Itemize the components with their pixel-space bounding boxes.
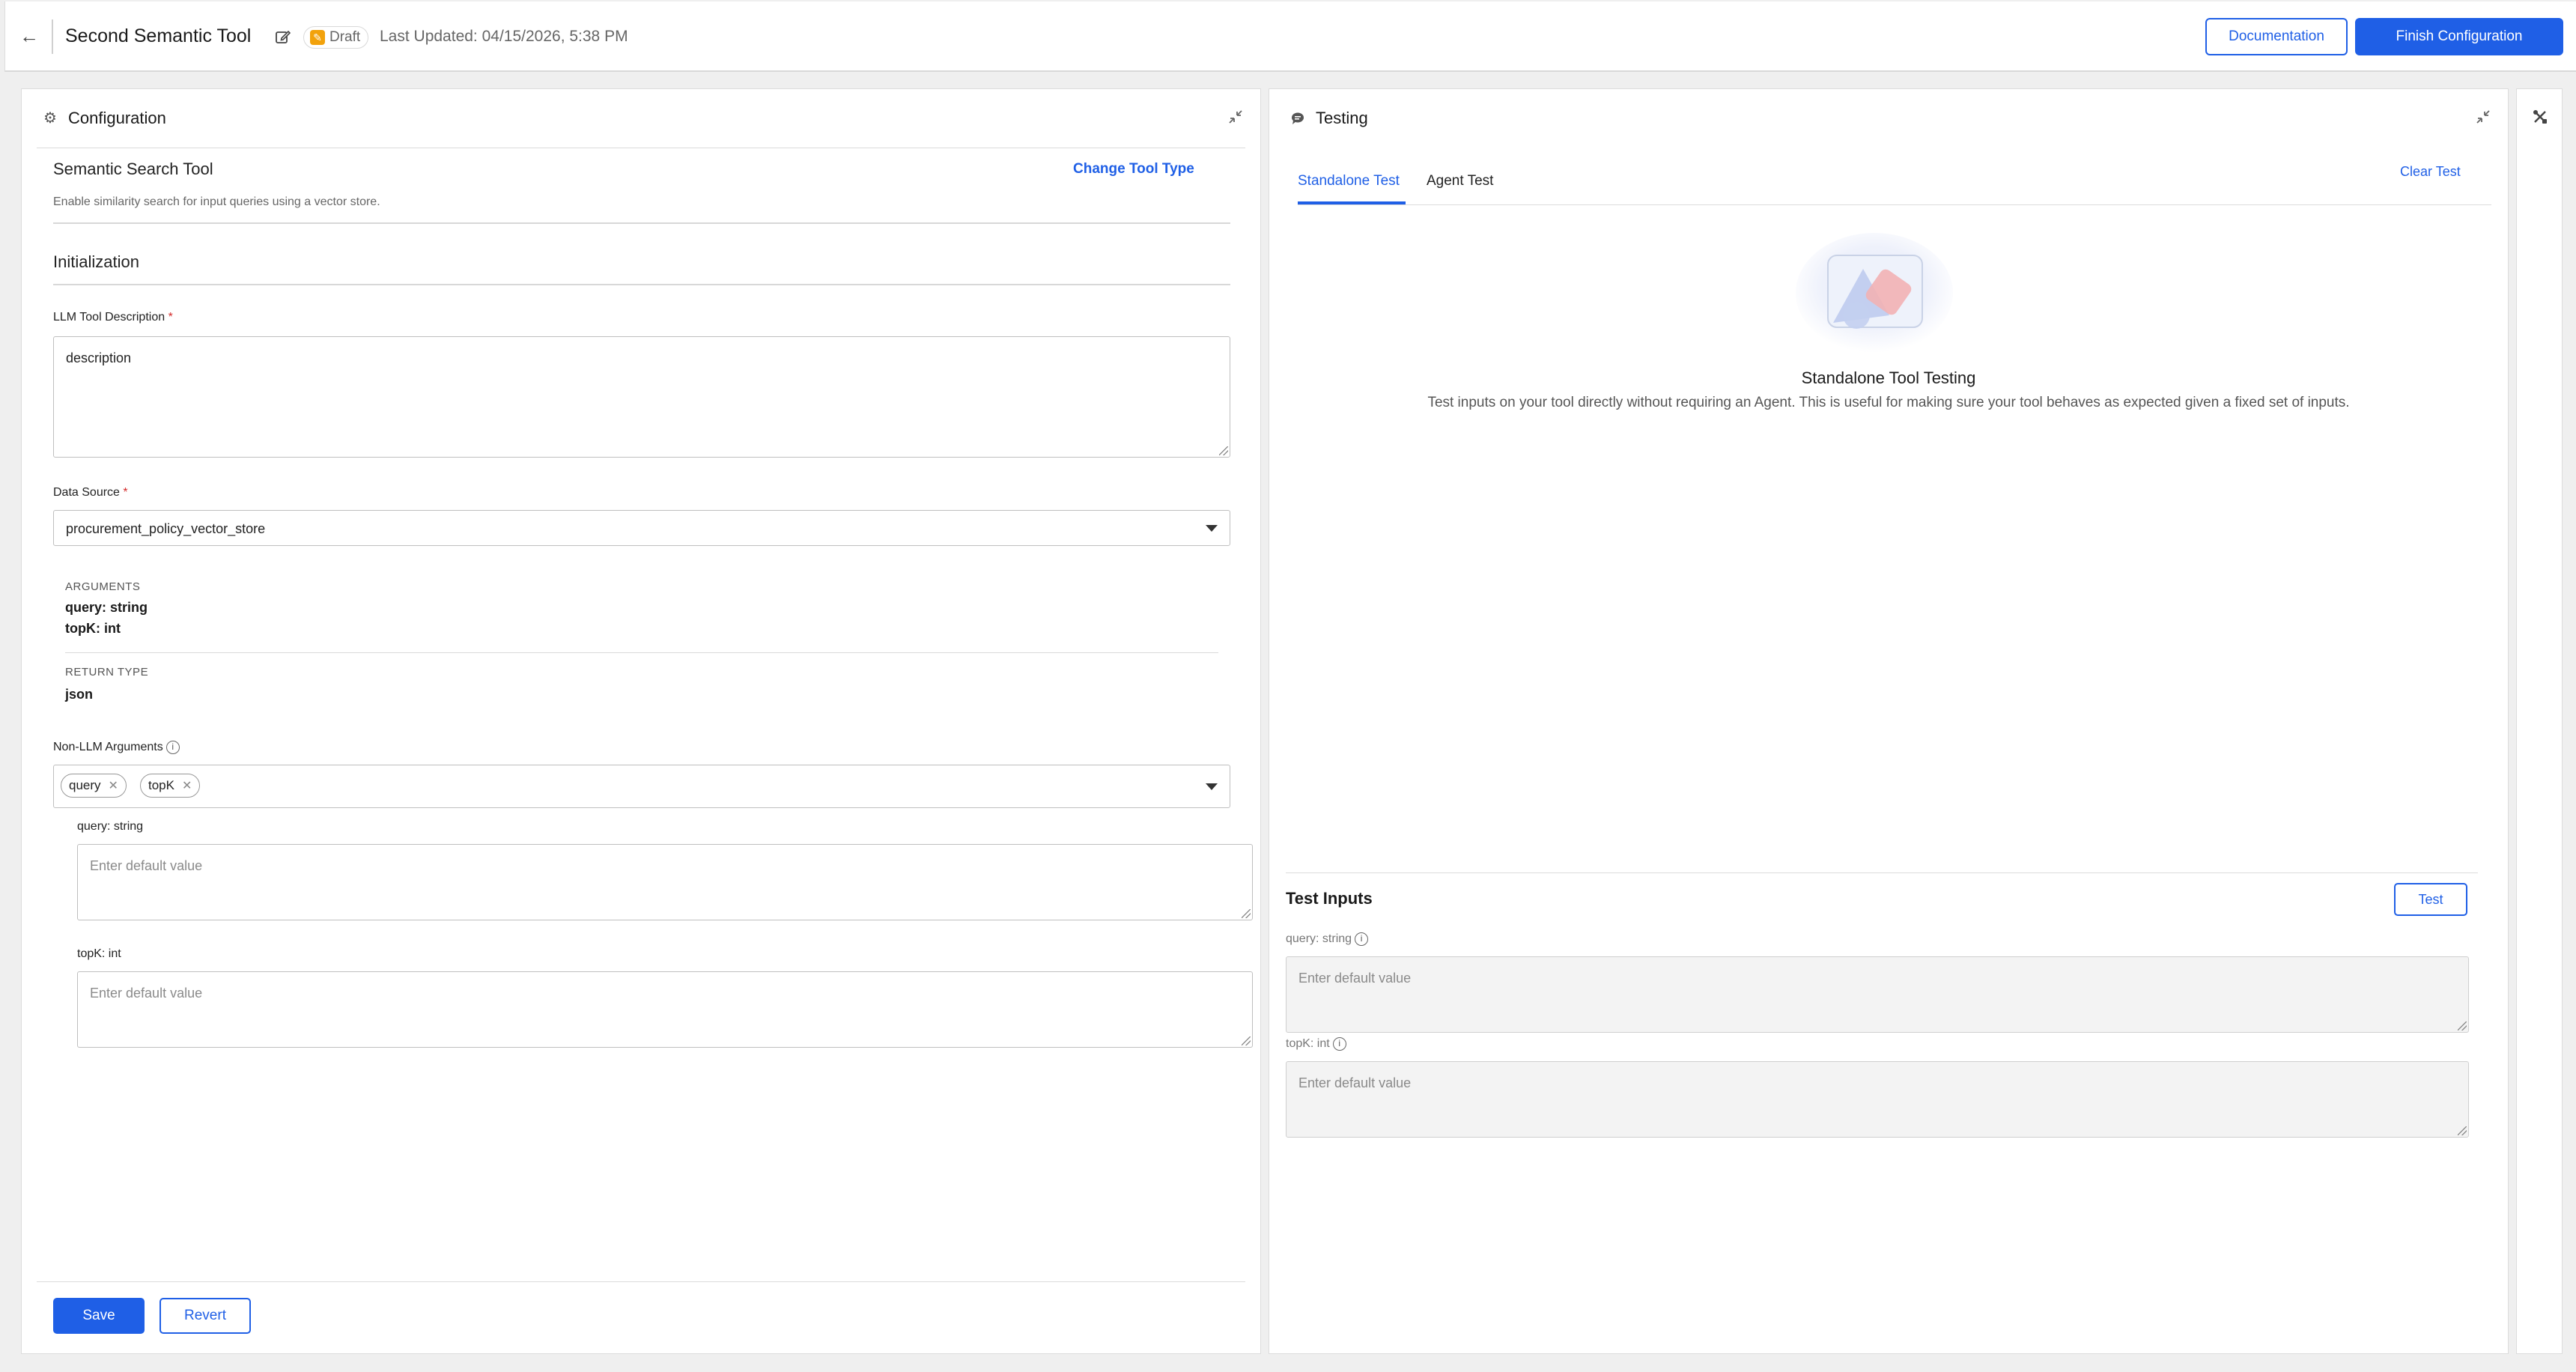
empty-state-title: Standalone Tool Testing <box>1801 368 1976 387</box>
test-inputs-title: Test Inputs <box>1286 889 1373 908</box>
return-type-value: json <box>65 687 94 702</box>
topk-default-input[interactable]: Enter default value <box>77 971 1253 1048</box>
back-arrow-icon[interactable]: ← <box>16 22 43 49</box>
last-updated: Last Updated: 04/15/2026, 5:38 PM <box>380 28 628 45</box>
revert-button[interactable]: Revert <box>160 1298 251 1334</box>
finish-configuration-button[interactable]: Finish Configuration <box>2355 18 2563 55</box>
test-query-placeholder: Enter default value <box>1298 971 1412 986</box>
test-topk-placeholder: Enter default value <box>1298 1075 1412 1090</box>
testing-panel: Testing Standalone Test Agent Test Clear… <box>1269 88 2509 1354</box>
top-bar: ← Second Semantic Tool ✎ Draft Last Upda… <box>4 1 2576 72</box>
data-source-label-text: Data Source <box>53 486 120 499</box>
llm-description-value: description <box>66 350 132 365</box>
query-field-label: query: string <box>77 820 144 833</box>
edit-icon[interactable] <box>275 28 291 45</box>
test-topk-label-text: topK: int <box>1286 1037 1330 1051</box>
llm-description-textarea[interactable]: description <box>53 336 1230 458</box>
draft-label: Draft <box>329 29 361 45</box>
collapse-icon[interactable] <box>2475 109 2491 125</box>
chip-query[interactable]: query ✕ <box>61 774 127 798</box>
non-llm-arguments-select[interactable] <box>53 765 1230 808</box>
divider <box>37 1281 1245 1282</box>
tab-standalone-test[interactable]: Standalone Test <box>1298 173 1400 189</box>
info-icon[interactable]: i <box>1332 1037 1346 1051</box>
empty-state-illustration <box>1792 233 1957 357</box>
argument-query: query: string <box>65 600 148 615</box>
test-topk-label: topK: int i <box>1286 1037 1346 1051</box>
topk-placeholder: Enter default value <box>90 986 203 1001</box>
tool-name: Second Semantic Tool <box>65 25 252 46</box>
return-type-label: RETURN TYPE <box>65 666 149 679</box>
arguments-label: ARGUMENTS <box>65 580 141 593</box>
resize-handle[interactable] <box>2458 1126 2467 1135</box>
clear-test-link[interactable]: Clear Test <box>2400 164 2461 180</box>
close-icon[interactable]: ✕ <box>109 778 118 793</box>
divider <box>53 284 1230 285</box>
info-icon[interactable]: i <box>1355 932 1369 946</box>
header-divider <box>52 19 53 54</box>
configuration-panel: ⚙ Configuration Semantic Search Tool Cha… <box>21 88 1261 1354</box>
chip-label: query <box>69 778 101 792</box>
llm-description-label-text: LLM Tool Description <box>53 311 165 324</box>
gear-icon: ⚙ <box>43 110 57 127</box>
draft-icon: ✎ <box>310 30 325 45</box>
tab-divider <box>1298 204 2491 205</box>
resize-handle[interactable] <box>2458 1022 2467 1030</box>
data-source-label: Data Source * <box>53 486 128 500</box>
tool-type-description: Enable similarity search for input queri… <box>53 195 380 208</box>
testing-title: Testing <box>1316 109 1368 127</box>
required-marker: * <box>123 486 128 499</box>
test-button[interactable]: Test <box>2394 883 2467 916</box>
required-marker: * <box>168 311 173 324</box>
test-query-label-text: query: string <box>1286 932 1352 946</box>
info-icon[interactable]: i <box>165 741 180 754</box>
test-query-input[interactable]: Enter default value <box>1286 956 2469 1033</box>
chip-label: topK <box>148 778 174 792</box>
documentation-button[interactable]: Documentation <box>2205 18 2348 55</box>
empty-state-description: Test inputs on your tool directly withou… <box>1427 395 2350 410</box>
resize-handle[interactable] <box>1242 909 1251 918</box>
data-source-value: procurement_policy_vector_store <box>66 521 266 536</box>
query-placeholder: Enter default value <box>90 858 203 873</box>
data-source-select[interactable]: procurement_policy_vector_store <box>53 510 1230 546</box>
change-tool-type-link[interactable]: Change Tool Type <box>1073 161 1194 177</box>
test-topk-input[interactable]: Enter default value <box>1286 1061 2469 1138</box>
chevron-down-icon <box>1206 783 1218 790</box>
side-toolbar <box>2516 88 2563 1354</box>
llm-description-label: LLM Tool Description * <box>53 311 173 324</box>
section-title: Initialization <box>53 252 139 271</box>
chevron-down-icon <box>1206 525 1218 532</box>
tool-type-title: Semantic Search Tool <box>53 160 213 178</box>
collapse-icon[interactable] <box>1227 109 1244 125</box>
configuration-title: Configuration <box>68 109 166 127</box>
non-llm-arguments-label-text: Non-LLM Arguments <box>53 741 163 754</box>
testing-header: Testing <box>1290 109 1368 128</box>
resize-handle[interactable] <box>1219 446 1228 455</box>
draft-badge: ✎ Draft <box>303 26 369 49</box>
chat-icon <box>1290 111 1305 126</box>
test-query-label: query: string i <box>1286 932 1369 946</box>
divider <box>53 222 1230 224</box>
chip-topk[interactable]: topK ✕ <box>140 774 201 798</box>
tools-icon[interactable] <box>2532 109 2548 130</box>
topk-field-label: topK: int <box>77 947 121 960</box>
save-button[interactable]: Save <box>53 1298 145 1334</box>
close-icon[interactable]: ✕ <box>182 778 192 793</box>
argument-topk: topK: int <box>65 621 121 636</box>
resize-handle[interactable] <box>1242 1036 1251 1045</box>
tab-agent-test[interactable]: Agent Test <box>1427 173 1493 189</box>
divider <box>65 652 1218 653</box>
query-default-input[interactable]: Enter default value <box>77 844 1253 920</box>
active-tab-indicator <box>1298 201 1406 204</box>
divider <box>1286 872 2478 873</box>
non-llm-arguments-label: Non-LLM Arguments i <box>53 741 180 754</box>
configuration-header: ⚙ Configuration <box>43 109 166 128</box>
